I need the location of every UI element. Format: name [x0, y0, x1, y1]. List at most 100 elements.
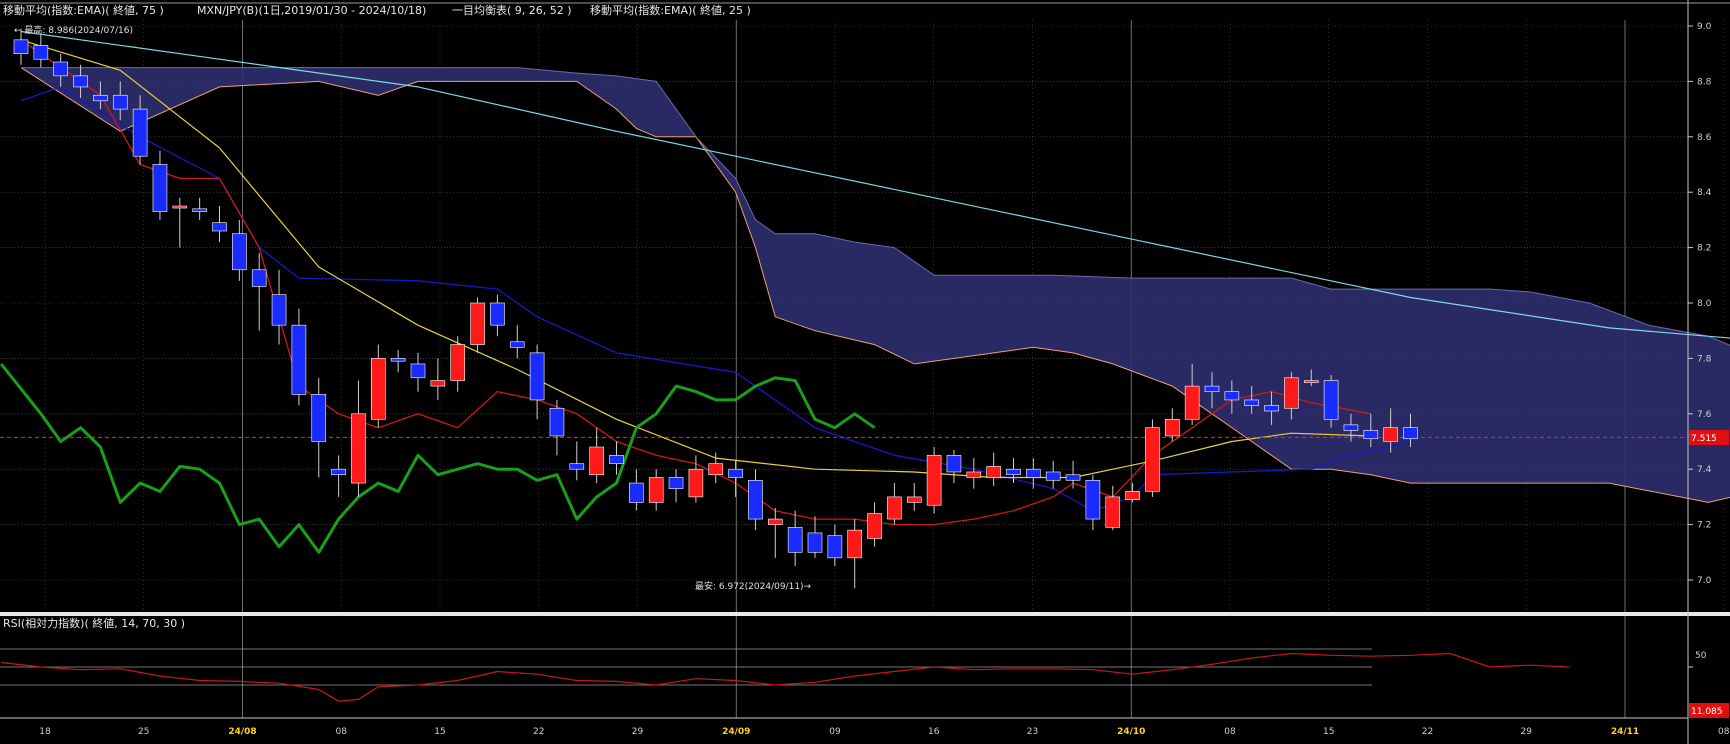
x-tick-label: 22 [533, 727, 544, 737]
candle-down [748, 479, 763, 520]
candle-up [370, 358, 386, 420]
x-tick-label: 08 [1718, 727, 1730, 737]
candle-up [847, 529, 863, 559]
candle-down [1065, 474, 1081, 481]
candle-up [1303, 380, 1319, 383]
ichimoku-legend: 一目均衡表( 9, 26, 52 ) [452, 3, 572, 17]
y-tick-label: 8.0 [1697, 299, 1712, 309]
candle-down [311, 394, 327, 442]
candle-down [1026, 468, 1041, 478]
candle-up [1184, 385, 1200, 420]
candle-down [1363, 430, 1379, 440]
candle-up [887, 496, 902, 520]
x-tick-label: 24/11 [1611, 727, 1639, 737]
candle-down [410, 363, 426, 379]
x-tick-label: 22 [1422, 727, 1433, 737]
candle-up [767, 518, 783, 525]
candle-down [490, 302, 505, 326]
candle-up [867, 513, 882, 539]
candle-down [212, 222, 227, 232]
ema25-legend: 移動平均(指数:EMA)( 終値, 25 ) [590, 3, 751, 17]
candle-down [668, 477, 684, 489]
candle-down [509, 341, 525, 348]
y-tick-label: 8.2 [1697, 244, 1711, 254]
candle-up [1105, 496, 1121, 528]
candle-down [112, 94, 128, 110]
candle-up [1125, 491, 1140, 500]
x-tick-label: 08 [336, 727, 348, 737]
candle-down [132, 108, 148, 157]
candle-down [807, 532, 823, 553]
x-tick-label: 09 [829, 727, 841, 737]
y-tick-label: 8.8 [1697, 77, 1712, 87]
candle-up [1383, 427, 1398, 442]
candle-up [1165, 419, 1180, 437]
candle-down [331, 468, 346, 476]
candle-down [271, 294, 287, 326]
current-price-label: 7.515 [1691, 434, 1717, 444]
candle-up [1284, 377, 1299, 409]
candle-down [787, 527, 803, 553]
x-tick-label: 18 [39, 727, 51, 737]
candle-down [1085, 479, 1101, 520]
y-tick-label: 8.4 [1697, 188, 1712, 198]
candle-down [93, 94, 108, 102]
candle-down [291, 324, 307, 395]
y-tick-label: 7.8 [1697, 354, 1712, 364]
panel-separator [0, 612, 1730, 616]
candle-up [1145, 427, 1160, 492]
candle-down [549, 407, 565, 437]
candle-down [1264, 405, 1279, 412]
candle-down [529, 352, 545, 401]
candle-down [192, 208, 207, 212]
candle-down [629, 482, 644, 503]
candle-down [1323, 380, 1339, 420]
candle-down [946, 455, 962, 473]
candle-down [1224, 391, 1240, 401]
x-tick-label: 24/09 [722, 727, 750, 737]
candle-up [966, 471, 982, 478]
candle-up [589, 446, 604, 476]
candle-down [1244, 399, 1259, 406]
candle-up [688, 468, 704, 498]
x-tick-label: 23 [1027, 727, 1038, 737]
y-tick-label: 7.6 [1697, 410, 1712, 420]
candle-up [708, 463, 724, 476]
candle-down [152, 164, 168, 212]
candle-down [13, 39, 29, 54]
x-tick-label: 16 [928, 727, 940, 737]
candle-down [53, 61, 69, 77]
candle-down [232, 233, 247, 271]
candle-down [390, 358, 406, 362]
candle-up [450, 344, 466, 381]
x-tick-label: 29 [632, 727, 644, 737]
high-annotation: ← 最高: 8.986(2024/07/16) [14, 24, 133, 36]
candle-down [1403, 427, 1418, 440]
x-tick-label: 08 [1224, 727, 1236, 737]
rsi-legend: RSI(相対力指数)( 終値, 14, 70, 30 ) [3, 616, 185, 630]
candle-down [1204, 385, 1220, 392]
ema75-legend: 移動平均(指数:EMA)( 終値, 75 ) [3, 3, 164, 17]
candle-down [1343, 424, 1359, 431]
candle-up [172, 205, 188, 209]
candle-down [609, 455, 624, 464]
rsi-value-label: 11.085 [1691, 707, 1723, 717]
candle-down [827, 535, 843, 559]
x-tick-label: 15 [1323, 727, 1334, 737]
y-tick-label: 7.0 [1697, 576, 1712, 586]
y-tick-label: 7.2 [1697, 521, 1711, 531]
rsi-mid-label: 50 [1695, 651, 1707, 661]
candle-down [1045, 471, 1061, 481]
candle-down [1006, 468, 1021, 476]
x-tick-label: 24/08 [228, 727, 256, 737]
x-tick-label: 15 [434, 727, 445, 737]
pair-legend: MXN/JPY(B)(1日,2019/01/30 - 2024/10/18) [197, 4, 426, 17]
y-tick-label: 9.0 [1697, 22, 1712, 32]
x-tick-label: 25 [138, 727, 149, 737]
candle-up [648, 477, 664, 503]
candle-down [73, 75, 88, 88]
candle-up [351, 413, 366, 484]
candle-up [926, 455, 942, 506]
candle-down [728, 468, 743, 478]
x-tick-label: 29 [1521, 727, 1533, 737]
